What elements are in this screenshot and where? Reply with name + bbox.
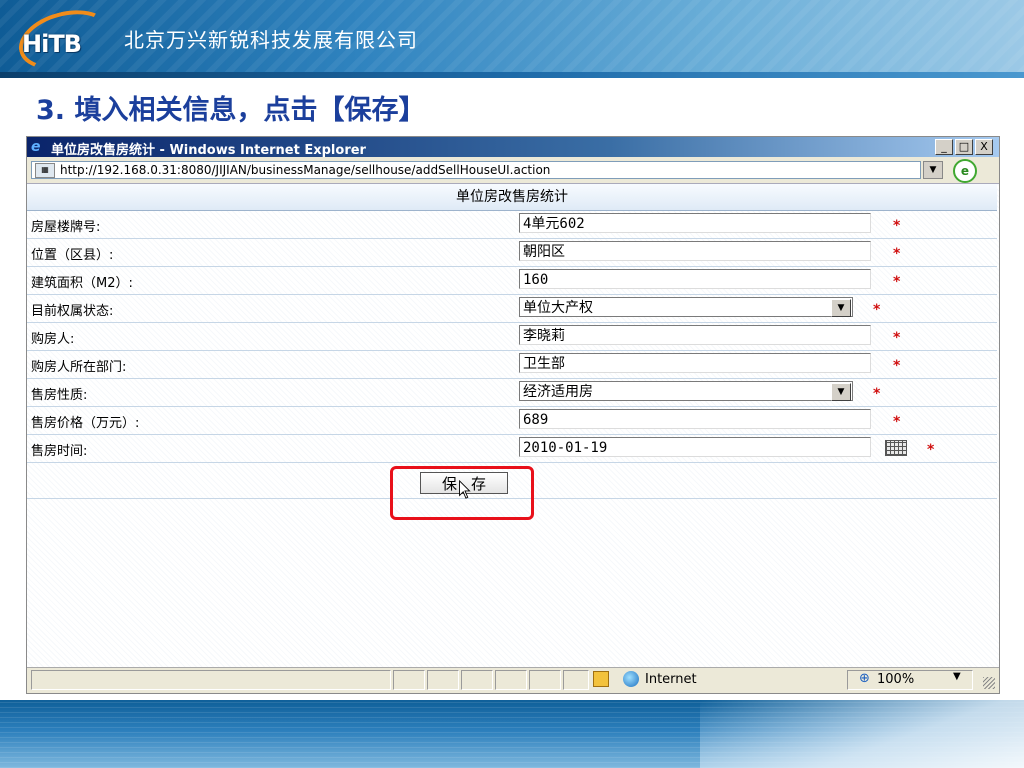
minimize-button[interactable]: _ (935, 139, 953, 155)
company-name: 北京万兴新锐科技发展有限公司 (124, 28, 418, 52)
required-mark: * (873, 386, 881, 402)
slide-banner: HiTB 北京万兴新锐科技发展有限公司 (0, 0, 1024, 78)
field-label: 目前权属状态: (31, 304, 114, 319)
address-url[interactable]: http://192.168.0.31:8080/JIJIAN/business… (60, 163, 550, 177)
required-mark: * (893, 274, 901, 290)
price-input[interactable]: 689 (519, 409, 871, 429)
page-content: 单位房改售房统计 房屋楼牌号: 4单元602 * 位置（区县）: 朝阳区 * 建… (27, 183, 999, 668)
buyer-input[interactable]: 李晓莉 (519, 325, 871, 345)
security-zone[interactable]: Internet (645, 672, 697, 687)
form-row-sale-date: 售房时间: 2010-01-19 * (27, 435, 997, 463)
status-cell (495, 670, 527, 690)
field-label: 售房价格（万元）: (31, 416, 140, 431)
status-cell (461, 670, 493, 690)
bottom-decoration (0, 700, 1024, 768)
required-mark: * (893, 330, 901, 346)
status-bar: Internet ⊕ 100% ▼ (27, 667, 999, 692)
form-row-ownership: 目前权属状态: 单位大产权 ▼ * (27, 295, 997, 323)
maximize-button[interactable]: □ (955, 139, 973, 155)
form-row-building-no: 房屋楼牌号: 4单元602 * (27, 211, 997, 239)
page-icon: ▦ (35, 163, 55, 178)
status-cell (529, 670, 561, 690)
status-text-cell (31, 670, 391, 690)
ownership-select[interactable]: 单位大产权 (519, 297, 853, 317)
form-row-sale-type: 售房性质: 经济适用房 ▼ * (27, 379, 997, 407)
form-row-buyer: 购房人: 李晓莉 * (27, 323, 997, 351)
sale-type-select[interactable]: 经济适用房 (519, 381, 853, 401)
field-label: 建筑面积（M2）: (31, 276, 133, 291)
form-header: 单位房改售房统计 (27, 184, 997, 211)
globe-icon (623, 671, 639, 687)
chevron-down-icon[interactable]: ▼ (831, 383, 851, 401)
status-cell (563, 670, 589, 690)
compatibility-icon[interactable]: e (953, 159, 977, 183)
building-no-input[interactable]: 4单元602 (519, 213, 871, 233)
department-input[interactable]: 卫生部 (519, 353, 871, 373)
form-row-area: 建筑面积（M2）: 160 * (27, 267, 997, 295)
close-button[interactable]: X (975, 139, 993, 155)
required-mark: * (873, 302, 881, 318)
sale-date-input[interactable]: 2010-01-19 (519, 437, 871, 457)
zoom-icon: ⊕ (859, 671, 870, 686)
field-label: 售房性质: (31, 388, 88, 403)
required-mark: * (893, 414, 901, 430)
field-label: 位置（区县）: (31, 248, 114, 263)
chevron-down-icon[interactable]: ▼ (831, 299, 851, 317)
status-cell (427, 670, 459, 690)
company-logo: HiTB (12, 0, 118, 78)
address-field[interactable]: ▦ http://192.168.0.31:8080/JIJIAN/busine… (31, 161, 921, 179)
ie-window: e 单位房改售房统计 - Windows Internet Explorer _… (26, 136, 1000, 694)
status-cell (393, 670, 425, 690)
ie-logo-icon: e (31, 139, 41, 155)
required-mark: * (893, 218, 901, 234)
slide-title: 3. 填入相关信息，点击【保存】 (36, 95, 426, 126)
calendar-icon[interactable] (885, 440, 907, 456)
required-mark: * (893, 246, 901, 262)
required-mark: * (927, 442, 935, 458)
form-row-department: 购房人所在部门: 卫生部 * (27, 351, 997, 379)
field-label: 售房时间: (31, 444, 88, 459)
resize-grip-icon[interactable] (983, 677, 995, 689)
banner-stripe (0, 72, 1024, 78)
field-label: 购房人: (31, 332, 75, 347)
form-row-price: 售房价格（万元）: 689 * (27, 407, 997, 435)
window-titlebar: e 单位房改售房统计 - Windows Internet Explorer _… (27, 137, 999, 158)
protected-mode-icon[interactable] (593, 671, 609, 687)
form-row-location: 位置（区县）: 朝阳区 * (27, 239, 997, 267)
area-input[interactable]: 160 (519, 269, 871, 289)
window-title: 单位房改售房统计 - Windows Internet Explorer (51, 143, 366, 158)
field-label: 房屋楼牌号: (31, 220, 101, 235)
required-mark: * (893, 358, 901, 374)
location-input[interactable]: 朝阳区 (519, 241, 871, 261)
field-label: 购房人所在部门: (31, 360, 127, 375)
keyboard-image (700, 700, 1024, 768)
address-bar: ▦ http://192.168.0.31:8080/JIJIAN/busine… (27, 159, 999, 183)
zoom-level[interactable]: 100% (877, 672, 914, 687)
address-dropdown-icon[interactable]: ▼ (923, 161, 943, 179)
window-controls: _ □ X (935, 139, 993, 155)
logo-text: HiTB (22, 30, 82, 58)
zoom-dropdown-icon[interactable]: ▼ (953, 671, 961, 682)
mouse-cursor-icon (459, 480, 471, 499)
